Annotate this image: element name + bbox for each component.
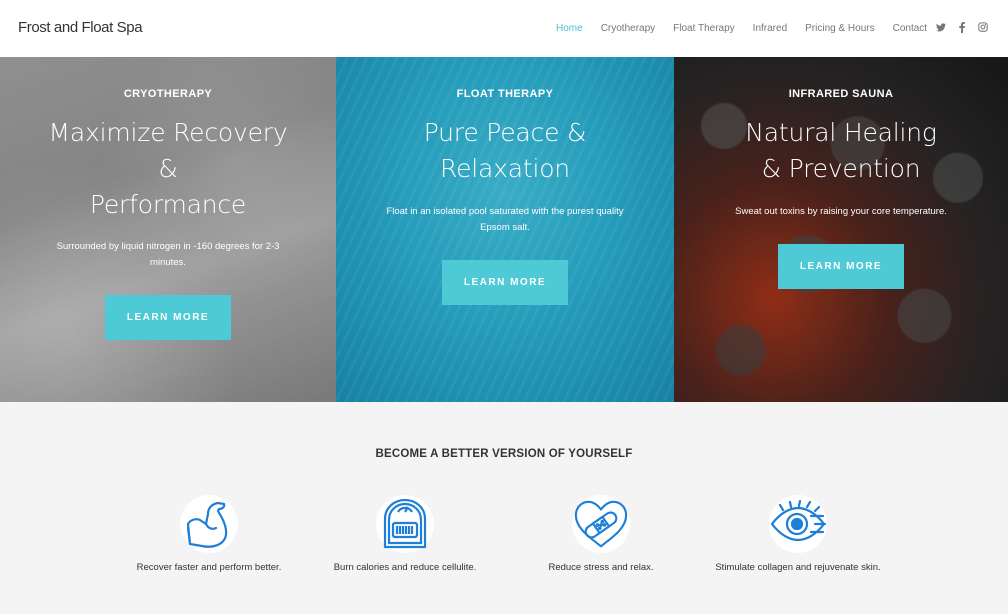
panel-headline: Maximize Recovery & Performance <box>40 115 296 223</box>
benefits-section: BECOME A BETTER VERSION OF YOURSELF Reco… <box>0 402 1008 614</box>
nav-pricing-hours[interactable]: Pricing & Hours <box>805 22 874 35</box>
benefit-item: Stimulate collagen and rejuvenate skin. <box>688 495 908 573</box>
cryotherapy-learn-more-button[interactable]: LEARN MORE <box>105 295 231 340</box>
panel-headline: Natural Healing & Prevention <box>714 115 968 187</box>
instagram-icon[interactable] <box>977 21 988 33</box>
eye-icon <box>769 495 827 553</box>
float-therapy-panel: FLOAT THERAPY Pure Peace & Relaxation Fl… <box>336 57 674 402</box>
nav-cryotherapy[interactable]: Cryotherapy <box>601 22 655 35</box>
benefits-title: BECOME A BETTER VERSION OF YOURSELF <box>375 448 633 460</box>
site-logo[interactable]: Frost and Float Spa <box>18 19 143 36</box>
float-therapy-learn-more-button[interactable]: LEARN MORE <box>442 260 568 305</box>
benefit-item: Reduce stress and relax. <box>491 495 711 573</box>
flexed-arm-icon <box>180 495 238 553</box>
panel-description: Surrounded by liquid nitrogen in -160 de… <box>56 241 280 268</box>
infrared-sauna-panel: INFRARED SAUNA Natural Healing & Prevent… <box>674 57 1008 402</box>
hero-section: CRYOTHERAPY Maximize Recovery & Performa… <box>0 57 1008 402</box>
nav-infrared[interactable]: Infrared <box>753 22 787 35</box>
benefit-caption: Recover faster and perform better. <box>136 562 282 573</box>
nav-contact[interactable]: Contact <box>893 22 927 35</box>
panel-kicker: CRYOTHERAPY <box>123 88 213 100</box>
benefit-caption: Burn calories and reduce cellulite. <box>333 562 477 573</box>
panel-description: Sweat out toxins by raising your core te… <box>735 206 947 217</box>
headline-line: & Prevention <box>761 154 921 183</box>
headline-line: Pure Peace & <box>423 118 587 147</box>
benefit-item: Burn calories and reduce cellulite. <box>295 495 515 573</box>
benefit-caption: Stimulate collagen and rejuvenate skin. <box>715 562 881 573</box>
headline-line: Maximize Recovery <box>48 118 288 147</box>
nav-home[interactable]: Home <box>556 22 583 35</box>
float-therapy-panel-content: FLOAT THERAPY Pure Peace & Relaxation Fl… <box>336 87 674 305</box>
scale-icon <box>376 495 434 553</box>
cryotherapy-panel: CRYOTHERAPY Maximize Recovery & Performa… <box>0 57 336 402</box>
infrared-panel-content: INFRARED SAUNA Natural Healing & Prevent… <box>674 87 1008 289</box>
headline-line: & <box>158 154 178 183</box>
facebook-icon[interactable] <box>956 21 967 33</box>
panel-kicker: FLOAT THERAPY <box>456 88 554 100</box>
panel-kicker: INFRARED SAUNA <box>788 88 894 100</box>
infrared-learn-more-button[interactable]: LEARN MORE <box>778 244 904 289</box>
benefit-item: Recover faster and perform better. <box>99 495 319 573</box>
headline-line: Performance <box>89 190 247 219</box>
panel-description: Float in an isolated pool saturated with… <box>386 206 624 233</box>
twitter-icon[interactable] <box>935 21 946 33</box>
benefit-caption: Reduce stress and relax. <box>548 562 654 573</box>
panel-headline: Pure Peace & Relaxation <box>376 115 634 187</box>
headline-line: Natural Healing <box>745 118 937 147</box>
heart-bandage-icon <box>572 495 630 553</box>
main-nav: Home Cryotherapy Float Therapy Infrared … <box>556 22 945 35</box>
nav-float-therapy[interactable]: Float Therapy <box>673 22 735 35</box>
social-links <box>935 21 988 33</box>
site-header: Frost and Float Spa Home Cryotherapy Flo… <box>0 0 1008 57</box>
headline-line: Relaxation <box>440 154 570 183</box>
cryotherapy-panel-content: CRYOTHERAPY Maximize Recovery & Performa… <box>0 87 336 340</box>
